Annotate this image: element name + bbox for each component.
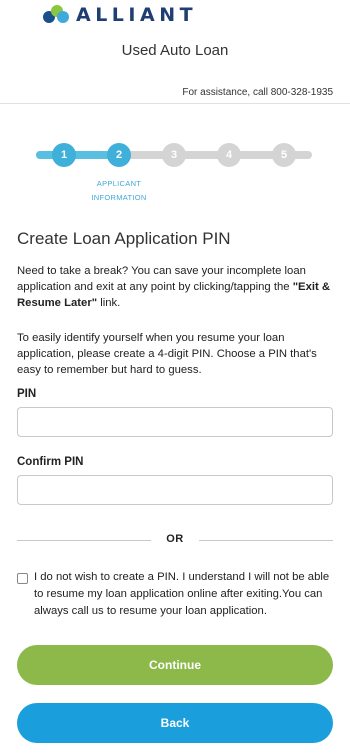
- logo-mark-icon: [43, 5, 73, 25]
- step-caption: APPLICANT INFORMATION: [69, 177, 169, 205]
- step-caption-line2: INFORMATION: [91, 193, 147, 202]
- continue-button[interactable]: Continue: [17, 645, 333, 685]
- pin-label: PIN: [17, 388, 37, 400]
- or-divider: OR: [17, 533, 333, 549]
- no-pin-checkbox-label[interactable]: I do not wish to create a PIN. I underst…: [34, 569, 334, 620]
- back-button[interactable]: Back: [17, 703, 333, 743]
- page-title: Used Auto Loan: [121, 42, 229, 59]
- intro-text-start: Need to take a break? You can save your …: [17, 265, 306, 293]
- step-3: 3: [162, 143, 186, 167]
- step-1[interactable]: 1: [52, 143, 76, 167]
- confirm-pin-label: Confirm PIN: [17, 456, 84, 468]
- step-5: 5: [272, 143, 296, 167]
- or-text: OR: [166, 533, 184, 545]
- alliant-logo[interactable]: ALLIANT: [43, 4, 197, 26]
- page-header: ALLIANT Used Auto Loan For assistance, c…: [0, 0, 350, 104]
- step-caption-line1: APPLICANT: [96, 179, 142, 188]
- progress-stepper: 1 2 3 4 5: [36, 143, 312, 167]
- section-heading: Create Loan Application PIN: [17, 229, 231, 248]
- logo-text: ALLIANT: [76, 4, 198, 26]
- intro-text-end: link.: [97, 297, 121, 309]
- confirm-pin-input[interactable]: [17, 475, 333, 505]
- pin-input[interactable]: [17, 407, 333, 437]
- assistance-text: For assistance, call 800-328-1935: [182, 87, 333, 98]
- step-2[interactable]: 2: [107, 143, 131, 167]
- pin-instructions: To easily identify yourself when you res…: [17, 332, 317, 376]
- intro-paragraph: Need to take a break? You can save your …: [17, 263, 337, 311]
- step-4: 4: [217, 143, 241, 167]
- no-pin-checkbox[interactable]: [17, 573, 28, 584]
- divider-line-right: [199, 540, 333, 541]
